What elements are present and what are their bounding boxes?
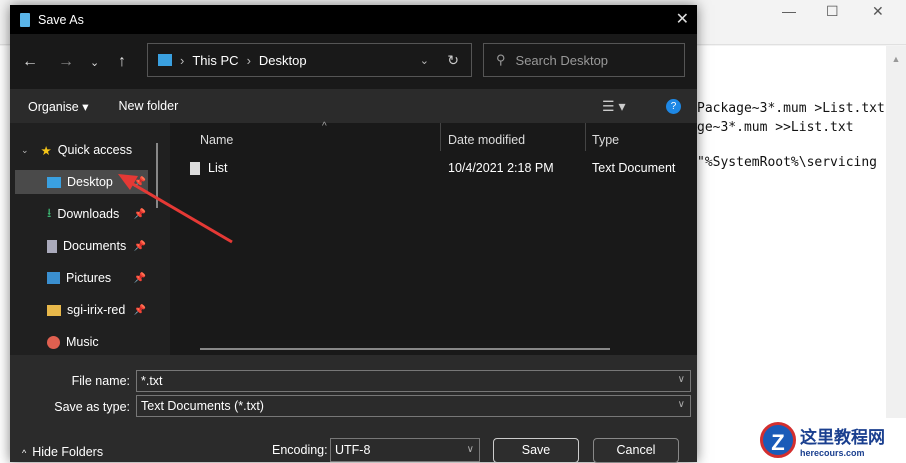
save-as-type-label: Save as type: xyxy=(54,400,130,414)
editor-line: Package~3*.mum >List.txt xyxy=(697,101,885,116)
notepad-icon xyxy=(20,12,30,27)
search-input[interactable]: ⚲ Search Desktop xyxy=(483,43,685,77)
breadcrumb-desktop[interactable]: Desktop xyxy=(259,53,307,68)
address-dropdown-icon[interactable]: ⌄ xyxy=(420,54,429,67)
chevron-down-icon[interactable]: ∨ xyxy=(678,374,685,385)
column-header-name[interactable]: Name xyxy=(200,133,233,147)
close-icon[interactable]: ✕ xyxy=(676,9,689,29)
horizontal-scrollbar[interactable] xyxy=(200,348,610,350)
navigation-bar: ← → ⌄ ↑ › This PC › Desktop ⌄ ↻ ⚲ Search… xyxy=(10,34,697,89)
table-row[interactable]: List 10/4/2021 2:18 PM Text Document xyxy=(170,161,697,181)
file-name-label: File name: xyxy=(71,374,130,388)
dialog-titlebar: Save As ✕ xyxy=(10,5,697,34)
download-icon: ⭳ xyxy=(47,205,52,220)
view-options-icon[interactable]: ☰ ▾ xyxy=(602,98,625,115)
breadcrumb-this-pc[interactable]: This PC xyxy=(192,53,238,68)
pin-icon[interactable]: 📌 xyxy=(134,305,146,316)
save-button[interactable]: Save xyxy=(493,438,579,463)
annotation-arrow xyxy=(118,174,233,244)
documents-icon xyxy=(47,239,57,253)
back-arrow-icon[interactable]: ← xyxy=(22,53,38,71)
sidebar-item-sgi-irix-red[interactable]: sgi-irix-red 📌 xyxy=(15,298,148,322)
hide-folders-button[interactable]: ^ Hide Folders xyxy=(22,445,103,459)
chevron-up-icon: ^ xyxy=(22,448,27,458)
editor-line: ge~3*.mum >>List.txt xyxy=(697,120,854,135)
this-pc-icon xyxy=(158,54,172,66)
save-as-type-value: Text Documents (*.txt) xyxy=(141,399,264,413)
encoding-select[interactable]: UTF-8 ∨ xyxy=(330,438,480,462)
sidebar-item-label: Quick access xyxy=(57,143,133,157)
forward-arrow-icon[interactable]: → xyxy=(58,53,74,71)
minimize-button[interactable]: — xyxy=(782,3,796,19)
address-bar[interactable]: › This PC › Desktop ⌄ ↻ xyxy=(147,43,472,77)
sidebar-item-label: Music xyxy=(66,335,99,349)
music-icon xyxy=(47,335,60,349)
organise-button[interactable]: Organise ▾ xyxy=(28,99,88,114)
search-icon: ⚲ xyxy=(496,52,506,67)
sidebar-item-pictures[interactable]: Pictures 📌 xyxy=(15,266,148,290)
editor-line: "%SystemRoot%\servicing xyxy=(697,155,878,170)
encoding-value: UTF-8 xyxy=(335,443,371,457)
sort-indicator-icon: ^ xyxy=(322,121,327,132)
star-icon: ★ xyxy=(40,143,52,158)
sidebar-item-music[interactable]: Music xyxy=(15,330,148,354)
cancel-button[interactable]: Cancel xyxy=(593,438,679,463)
column-header-type[interactable]: Type xyxy=(592,133,619,147)
chevron-down-icon: ∨ xyxy=(466,444,474,455)
chevron-down-icon[interactable]: ∨ xyxy=(678,399,685,410)
help-icon[interactable]: ? xyxy=(666,98,681,114)
encoding-label: Encoding: xyxy=(272,443,328,457)
save-as-type-select[interactable]: Text Documents (*.txt) ∨ xyxy=(136,395,691,417)
refresh-icon[interactable]: ↻ xyxy=(447,52,459,69)
file-name-input[interactable]: *.txt ∨ xyxy=(136,370,691,392)
watermark-en: herecours.com xyxy=(800,447,865,458)
file-type: Text Document xyxy=(592,161,676,175)
dialog-title: Save As xyxy=(38,12,84,27)
vertical-scrollbar[interactable]: ▲ xyxy=(886,46,906,426)
file-date: 10/4/2021 2:18 PM xyxy=(448,161,554,175)
sidebar-item-quick-access[interactable]: ⌄ ★ Quick access xyxy=(15,138,148,162)
desktop-icon xyxy=(47,176,61,188)
sidebar-item-label: Pictures xyxy=(66,271,112,285)
pin-icon[interactable]: 📌 xyxy=(134,273,146,284)
watermark-cn: 这里教程网 xyxy=(800,427,885,447)
sidebar-item-label: sgi-irix-red xyxy=(67,303,126,317)
organise-label: Organise xyxy=(28,99,79,114)
pictures-icon xyxy=(47,272,60,284)
new-folder-button[interactable]: New folder xyxy=(118,99,178,113)
close-button[interactable]: ✕ xyxy=(872,3,884,20)
file-name-value: *.txt xyxy=(141,374,163,388)
search-placeholder: Search Desktop xyxy=(515,52,609,68)
sidebar-item-label: Desktop xyxy=(67,175,113,189)
column-header-date[interactable]: Date modified xyxy=(448,133,525,147)
hide-folders-label: Hide Folders xyxy=(32,445,104,459)
folder-icon xyxy=(47,304,61,316)
recent-chevron-icon[interactable]: ⌄ xyxy=(90,56,99,69)
watermark-logo: Z 这里教程网 herecours.com xyxy=(760,418,906,462)
maximize-button[interactable]: ☐ xyxy=(826,3,839,20)
up-arrow-icon[interactable]: ↑ xyxy=(118,53,126,71)
file-list: ^ Name Date modified Type List 10/4/2021… xyxy=(170,121,697,355)
toolbar: Organise ▾ New folder ☰ ▾ ? xyxy=(10,89,697,123)
